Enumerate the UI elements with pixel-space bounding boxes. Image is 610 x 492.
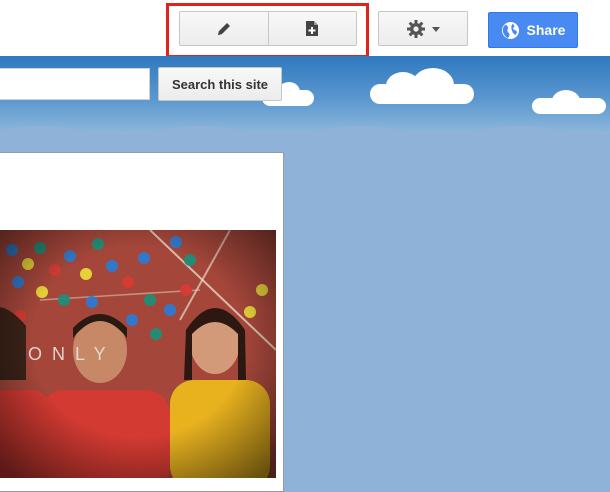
search-input[interactable]	[0, 68, 150, 100]
chevron-down-icon	[432, 27, 440, 32]
photo-overlay-text: ONLY	[28, 344, 116, 364]
team-photo: ONLY	[0, 230, 276, 478]
cloud-decoration	[552, 90, 580, 112]
highlight-annotation	[166, 3, 369, 58]
globe-icon	[501, 21, 519, 39]
settings-button[interactable]	[378, 11, 468, 46]
top-toolbar: Share	[0, 0, 610, 58]
team-photo-image: ONLY	[0, 230, 276, 478]
share-label: Share	[526, 22, 566, 38]
gear-icon	[407, 19, 425, 38]
wave-edge	[0, 126, 610, 151]
search-button[interactable]: Search this site	[158, 67, 282, 101]
cloud-decoration	[412, 68, 454, 102]
share-button[interactable]: Share	[488, 12, 578, 48]
